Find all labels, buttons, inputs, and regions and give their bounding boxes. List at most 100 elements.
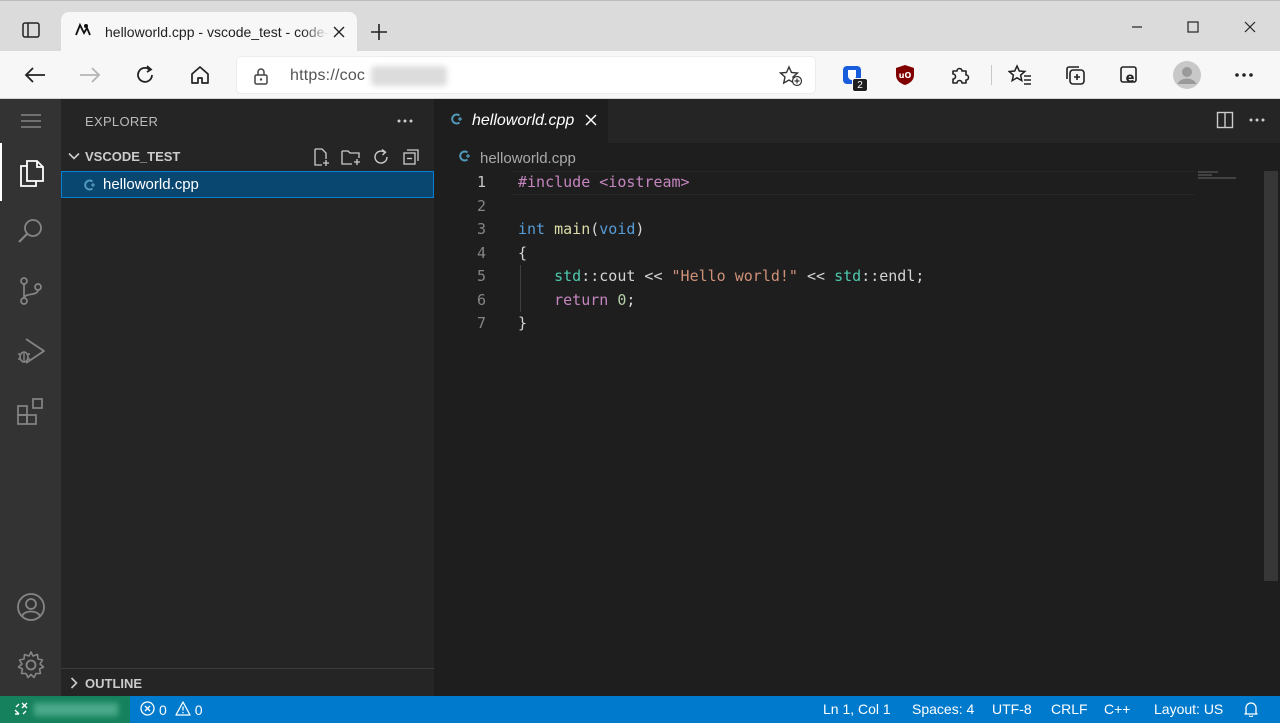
workspace-folder-name: VSCODE_TEST — [85, 149, 181, 164]
minimize-icon[interactable] — [1115, 9, 1159, 45]
maximize-icon[interactable] — [1171, 9, 1215, 45]
warning-icon — [175, 701, 191, 719]
error-count: 0 — [159, 702, 167, 718]
editor-tab-helloworld[interactable]: helloworld.cpp — [434, 99, 608, 143]
code-line[interactable]: 4{ — [434, 242, 1264, 266]
editor-tab-bar: helloworld.cpp — [434, 99, 1280, 143]
code-token: "Hello world!" — [671, 267, 798, 285]
close-window-icon[interactable] — [1228, 9, 1272, 45]
keyboard-layout[interactable]: Layout: US — [1154, 701, 1223, 717]
chevron-down-icon — [67, 149, 81, 168]
favorites-icon[interactable] — [1003, 58, 1037, 92]
collections-icon[interactable] — [1058, 58, 1092, 92]
code-line[interactable]: 1 #include <iostream> — [434, 171, 1264, 195]
file-name: helloworld.cpp — [103, 176, 199, 193]
language-mode[interactable]: C++ — [1104, 701, 1130, 717]
explorer-icon[interactable] — [0, 143, 61, 201]
search-icon[interactable] — [0, 202, 61, 260]
code-line[interactable]: 3 int main(void) — [434, 218, 1264, 242]
code-token: << — [797, 267, 835, 285]
browser-tab-title: helloworld.cpp - vscode_test - code-serv… — [105, 24, 329, 40]
refresh-icon[interactable] — [128, 58, 162, 92]
indentation[interactable]: Spaces: 4 — [912, 701, 974, 717]
code-token: cout — [599, 267, 636, 285]
account-icon[interactable] — [0, 578, 61, 636]
line-number: 5 — [476, 267, 486, 285]
line-number: 6 — [476, 290, 486, 309]
code-token: ; — [626, 290, 636, 309]
line-number: 4 — [476, 243, 486, 262]
line-number: 1 — [476, 173, 486, 191]
source-control-icon[interactable] — [0, 262, 61, 320]
editor-area: helloworld.cpp helloworld.cpp 1 #include … — [434, 99, 1280, 696]
encoding[interactable]: UTF-8 — [992, 701, 1032, 717]
cpp-file-icon — [458, 149, 472, 167]
line-number: 3 — [476, 220, 486, 238]
lock-icon[interactable] — [253, 67, 269, 90]
ie-mode-icon[interactable]: e — [1113, 58, 1147, 92]
workspace-folder-header[interactable]: VSCODE_TEST — [61, 145, 434, 167]
new-tab-button[interactable] — [364, 17, 394, 47]
status-bar: 0 0 Ln 1, Col 1 Spaces: 4 UTF-8 CRLF C++… — [0, 696, 1280, 723]
forward-icon[interactable] — [73, 58, 107, 92]
tab-actions-icon[interactable] — [14, 13, 48, 47]
code-line[interactable]: 2 — [434, 195, 1264, 219]
more-actions-icon[interactable] — [396, 111, 414, 127]
code-token: :: — [581, 267, 600, 285]
code-token: { — [518, 243, 528, 262]
ublock-shield-icon[interactable]: uO — [888, 58, 922, 92]
vertical-scrollbar[interactable] — [1264, 171, 1278, 581]
line-number: 2 — [476, 196, 486, 215]
code-token: return — [554, 290, 609, 309]
end-of-line[interactable]: CRLF — [1051, 701, 1088, 717]
breadcrumb[interactable]: helloworld.cpp — [458, 149, 576, 167]
profile-avatar[interactable] — [1170, 58, 1204, 92]
run-debug-icon[interactable] — [0, 322, 61, 380]
problems-indicator[interactable]: 0 0 — [140, 701, 203, 719]
code-token: int — [518, 220, 546, 238]
code-line[interactable]: 5 std::cout << "Hello world!" << std::en… — [434, 265, 1264, 289]
code-token: ; — [915, 267, 925, 285]
line-text: int main(void) — [518, 218, 644, 242]
remote-indicator[interactable] — [0, 696, 130, 723]
code-token: ) — [635, 220, 645, 238]
menu-icon[interactable] — [0, 99, 61, 143]
collapse-all-icon[interactable] — [396, 147, 426, 167]
close-tab-icon[interactable] — [331, 24, 347, 40]
new-folder-icon[interactable] — [336, 147, 366, 167]
address-bar[interactable]: https://coc — [236, 56, 816, 94]
manage-gear-icon[interactable] — [0, 636, 61, 694]
extensions-icon[interactable] — [0, 382, 61, 440]
back-icon[interactable] — [18, 58, 52, 92]
notifications-bell-icon[interactable] — [1244, 701, 1258, 720]
line-text: } — [518, 312, 527, 336]
code-token: endl — [879, 267, 916, 285]
outline-section[interactable]: OUTLINE — [61, 668, 434, 696]
line-text: return 0; — [518, 289, 635, 313]
outline-label: OUTLINE — [85, 676, 143, 691]
settings-more-icon[interactable] — [1227, 58, 1261, 92]
code-line[interactable]: 6 return 0; — [434, 288, 1264, 313]
svg-text:uO: uO — [899, 71, 912, 80]
more-actions-icon[interactable] — [1248, 111, 1266, 134]
minimap[interactable] — [1198, 171, 1264, 191]
browser-tab[interactable]: helloworld.cpp - vscode_test - code-serv… — [61, 12, 357, 52]
sidebar-title: EXPLORER — [85, 114, 159, 129]
close-editor-icon[interactable] — [584, 113, 598, 132]
add-favorite-icon[interactable] — [778, 65, 803, 92]
code-editor[interactable]: 1 #include <iostream> 2 3 int main(void) 4{5 … — [434, 171, 1264, 336]
line-text: #include <iostream> — [518, 171, 690, 195]
new-file-icon[interactable] — [306, 147, 336, 167]
code-token: #include <iostream> — [518, 173, 690, 191]
code-token: main — [554, 220, 591, 238]
cursor-position[interactable]: Ln 1, Col 1 — [823, 701, 891, 717]
chevron-right-icon — [67, 676, 81, 695]
split-editor-icon[interactable] — [1216, 111, 1234, 134]
refresh-explorer-icon[interactable] — [366, 147, 396, 167]
extensions-puzzle-icon[interactable] — [943, 58, 977, 92]
file-item-helloworld[interactable]: helloworld.cpp — [61, 171, 434, 198]
home-icon[interactable] — [183, 58, 217, 92]
code-line[interactable]: 7} — [434, 312, 1264, 336]
